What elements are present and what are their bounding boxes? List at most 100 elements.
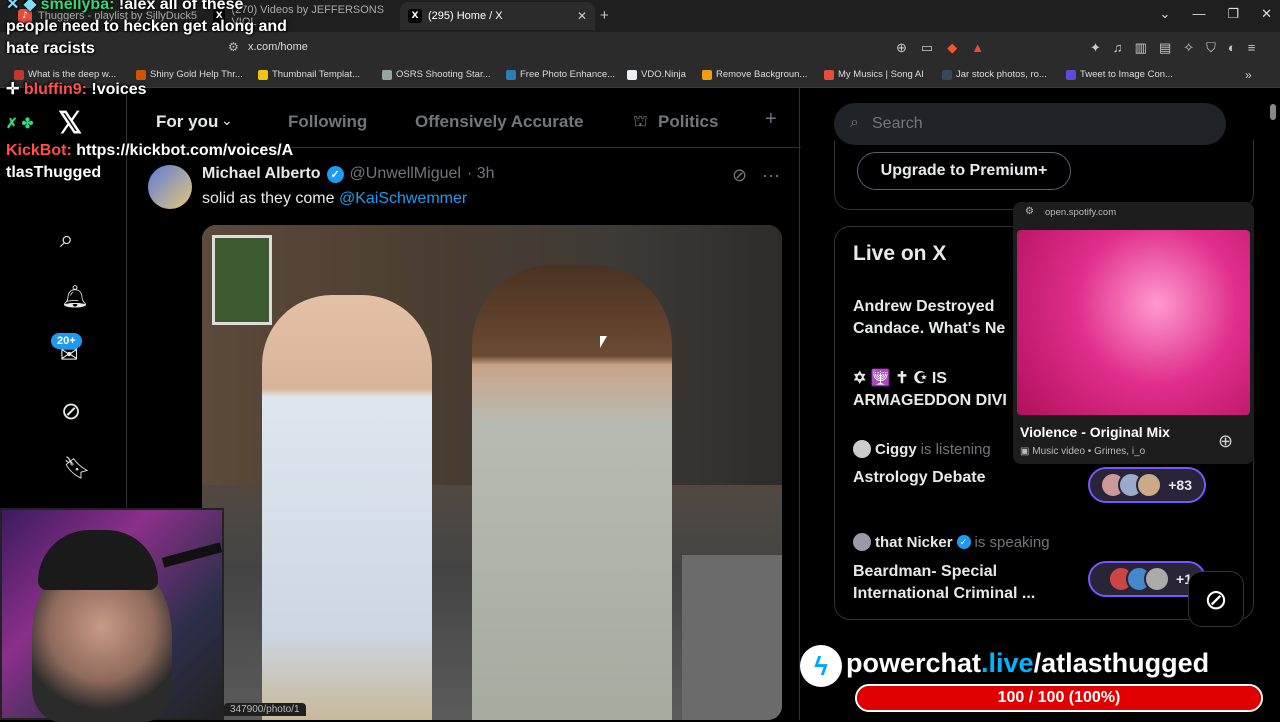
profile-icon[interactable]: ◐ <box>1228 40 1236 56</box>
avatar <box>1136 472 1163 498</box>
progress-text: 100 / 100 (100%) <box>997 689 1121 706</box>
chat-emote-icon: ✕ ◆ <box>6 0 41 13</box>
bookmark-icon <box>136 69 146 80</box>
avatar <box>853 440 871 458</box>
bookmark[interactable]: Tweet to Image Con... <box>1066 69 1173 80</box>
feed-tabs: For you ⌄ Following Offensively Accurate… <box>127 88 801 148</box>
wallet-icon[interactable]: ▤ <box>1159 40 1171 56</box>
tweet-photo[interactable] <box>202 225 782 720</box>
bookmark[interactable]: Free Photo Enhance... <box>506 69 615 80</box>
powerchat-brand: powerchat.live/atlasthugged <box>846 648 1210 678</box>
author-handle[interactable]: @UnwellMiguel <box>350 165 461 183</box>
space-item[interactable]: Beardman- Special International Criminal… <box>853 561 1063 605</box>
upgrade-premium-button[interactable]: Upgrade to Premium+ <box>857 152 1071 190</box>
cast-icon[interactable]: ▭ <box>921 40 933 56</box>
bookmark[interactable]: Shiny Gold Help Thr... <box>136 69 243 80</box>
close-window-icon[interactable]: ✕ <box>1261 6 1272 22</box>
grok-explain-icon[interactable]: ⊘ <box>732 165 747 186</box>
x-logo-icon: X <box>408 9 422 23</box>
steps-shape <box>682 555 782 720</box>
bookmark[interactable]: Thumbnail Templat... <box>258 69 360 80</box>
tab-for-you[interactable]: For you <box>156 112 218 132</box>
zoom-icon[interactable]: ⊕ <box>896 40 907 56</box>
verified-badge-icon: ✓ <box>326 165 344 183</box>
bookmark[interactable]: Remove Backgroun... <box>702 69 807 80</box>
bookmarks-icon[interactable]: 🔖︎ <box>63 455 91 481</box>
mouse-cursor-icon <box>600 336 607 348</box>
chat-message: KickBot: https://kickbot.com/voices/Atla… <box>6 142 294 181</box>
messages-badge: 20+ <box>51 333 82 349</box>
grok-icon[interactable]: ⊘ <box>61 397 81 426</box>
bookmark[interactable]: OSRS Shooting Star... <box>382 69 491 80</box>
bookmark[interactable]: Jar stock photos, ro... <box>942 69 1047 80</box>
mention-link[interactable]: @KaiSchwemmer <box>339 190 467 207</box>
tab-following[interactable]: Following <box>288 112 367 132</box>
bookmark-icon <box>14 69 24 80</box>
tweet-text: solid as they come @KaiSchwemmer <box>202 190 468 207</box>
scrollbar-thumb[interactable] <box>1270 104 1276 120</box>
space-item[interactable]: ✡ 🕎 ✝ ☪ IS ARMAGEDDON DIVI <box>853 368 1018 412</box>
chat-emote-icon: ✛ <box>6 81 24 98</box>
extensions-icon[interactable]: ✦ <box>1090 40 1101 56</box>
bookmark-icon <box>942 69 952 80</box>
restore-icon[interactable]: ❐ <box>1227 6 1239 22</box>
grok-floating-button[interactable]: ⊘ <box>1188 571 1244 627</box>
leo-icon[interactable]: ✧ <box>1183 40 1194 56</box>
media-icon[interactable]: ♫ <box>1113 40 1123 56</box>
bookmark-icon <box>1066 69 1076 80</box>
brave-rewards-icon[interactable]: ▲ <box>971 40 984 56</box>
notifications-icon[interactable]: 🔔︎ <box>61 284 89 310</box>
x-logo-icon[interactable]: 𝕏 <box>58 106 82 141</box>
menu-icon[interactable]: ≡ <box>1248 40 1256 56</box>
space-item[interactable]: Andrew Destroyed Candace. What's Ne <box>853 296 1018 340</box>
tab-politics[interactable]: Politics <box>658 112 718 132</box>
bookmark-icon <box>258 69 268 80</box>
chat-message: ✕ ◆ smellyba: !alex all of these people … <box>6 0 296 60</box>
bookmark-icon <box>382 69 392 80</box>
community-icon: ⛫ <box>633 113 648 130</box>
tab-offensively-accurate[interactable]: Offensively Accurate <box>415 112 584 132</box>
streamer-cap <box>38 530 158 590</box>
spotify-source: open.spotify.com <box>1045 207 1117 218</box>
person-right <box>472 265 672 720</box>
avatar <box>1144 566 1171 592</box>
powerchat-progress-bar: 100 / 100 (100%) <box>855 684 1263 712</box>
bookmark[interactable]: My Musics | Song AI <box>824 69 924 80</box>
space-item[interactable]: Astrology Debate <box>853 467 985 489</box>
person-left <box>262 295 432 720</box>
link-status-bar: 347900/photo/1 <box>224 703 306 716</box>
tweet-time[interactable]: · 3h <box>467 165 495 183</box>
space-host: Ciggy is listening <box>853 440 991 458</box>
add-tab-icon[interactable]: + <box>765 108 777 131</box>
close-tab-icon[interactable]: ✕ <box>577 9 587 23</box>
browser-tab-active[interactable]: X (295) Home / X ✕ <box>400 2 595 30</box>
webcam-feed <box>0 508 224 722</box>
album-art[interactable] <box>1017 230 1250 415</box>
search-input[interactable]: Search <box>872 115 923 133</box>
space-host: that Nicker ✓ is speaking <box>853 533 1050 551</box>
chat-badge-icons: ✗ ✤ <box>6 115 34 131</box>
bookmarks-overflow-icon[interactable]: » <box>1245 68 1252 82</box>
tab-title: (295) Home / X <box>428 10 503 22</box>
bookmark-icon <box>702 69 712 80</box>
live-title: Live on X <box>853 242 947 265</box>
add-to-playlist-icon[interactable]: ⊕ <box>1218 431 1233 452</box>
minimize-icon[interactable]: — <box>1192 6 1205 22</box>
vpn-icon[interactable]: ⛉ <box>1206 40 1216 56</box>
tab-search-icon[interactable]: ⌄ <box>1160 6 1171 22</box>
more-options-icon[interactable]: ⋯ <box>762 166 780 187</box>
explore-icon[interactable]: ⌕ <box>60 226 73 254</box>
bookmark-icon <box>506 69 516 80</box>
brave-shield-icon[interactable]: ◆ <box>947 40 957 56</box>
avatar <box>853 533 871 551</box>
new-tab-button[interactable]: + <box>600 7 609 24</box>
search-icon: ⌕ <box>850 114 859 131</box>
bookmark[interactable]: VDO.Ninja <box>627 69 686 80</box>
search-box[interactable]: ⌕ Search <box>834 103 1226 145</box>
site-settings-icon: ⚙ <box>1025 206 1034 217</box>
verified-badge-icon: ✓ <box>956 535 971 549</box>
track-title: Violence - Original Mix <box>1020 424 1170 440</box>
sidebar-icon[interactable]: ▥ <box>1135 40 1147 56</box>
space-listeners-pill[interactable]: +83 <box>1088 467 1206 503</box>
chevron-down-icon[interactable]: ⌄ <box>221 112 233 129</box>
